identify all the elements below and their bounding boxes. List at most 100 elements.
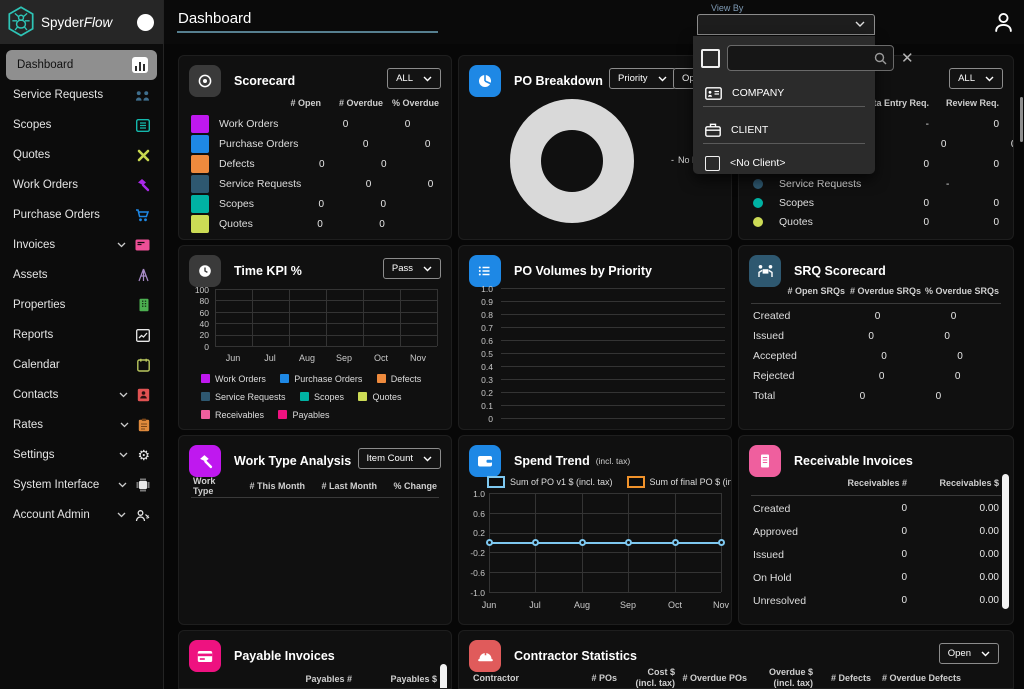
credit-card-icon [189,640,221,672]
chevron-down-icon [981,651,990,657]
table-row: Unresolved00.00 [739,589,1013,612]
logo-area: SpyderFlow [0,0,163,44]
view-by-label: View By [711,3,875,13]
card-title: PO Breakdown [514,74,603,88]
chevron-down-icon [119,452,128,458]
app-root: SpyderFlow Dashboard Service Requests Sc… [0,0,1024,689]
donut-chart-empty [510,99,634,223]
sidebar-item-work-orders[interactable]: Work Orders [0,170,163,200]
sidebar-item-service-requests[interactable]: Service Requests [0,80,163,110]
series-swatch [191,175,209,193]
view-by-panel: ✕ COMPANY CLIENT <No Client> [693,36,875,174]
po-breakdown-filter1-select[interactable]: Priority [609,68,676,89]
brand-name: SpyderFlow [41,15,112,30]
user-profile-button[interactable] [990,9,1018,37]
card-title: PO Volumes by Priority [514,264,652,278]
table-row: Total00 [739,386,1013,406]
card-title: Payable Invoices [234,649,335,663]
chip-icon [136,478,150,492]
sidebar-item-dashboard[interactable]: Dashboard [6,50,157,80]
table-row: Scopes00 [179,194,451,214]
sidebar-item-invoices[interactable]: Invoices [0,230,163,260]
wallet-icon [469,445,501,477]
time-kpi-plot [215,289,437,346]
select-all-checkbox[interactable] [701,49,720,68]
sidebar-item-properties[interactable]: Properties [0,290,163,320]
series-dot [753,198,763,208]
card-title: Work Type Analysis [234,454,351,468]
option-checkbox[interactable] [705,156,720,171]
table-header: # Open# Overdue% Overdue [179,94,451,112]
work-type-filter-select[interactable]: Item Count [358,448,441,469]
legend-item[interactable]: Payables [278,410,329,420]
chevron-down-icon [985,76,994,82]
legend-item[interactable]: Scopes [300,392,344,402]
chevron-down-icon [658,76,667,82]
sidebar-item-scopes[interactable]: Scopes [0,110,163,140]
table-row: Accepted00 [739,346,1013,366]
data-status-filter-select[interactable]: ALL [949,68,1003,89]
legend-item[interactable]: Sum of PO v1 $ (incl. tax) [487,476,613,488]
data-point [672,539,679,546]
clipboard-icon [138,418,150,432]
series-dot [753,179,763,189]
sidebar-item-account-admin[interactable]: Account Admin [0,500,163,530]
card-title: Time KPI % [234,264,302,278]
dashboard-icon [132,57,148,73]
card-po-volumes: PO Volumes by Priority 1.0 0.9 0.8 0.7 0… [458,245,732,430]
list-icon [469,255,501,287]
scorecard-filter-select[interactable]: ALL [387,68,441,89]
page-scrollbar[interactable] [1020,97,1023,142]
legend-item[interactable]: Receivables [201,410,264,420]
search-input-wrap [727,45,894,71]
page-title: Dashboard [178,10,251,27]
sidebar-item-contacts[interactable]: Contacts [0,380,163,410]
legend-item[interactable]: Quotes [358,392,401,402]
legend-item[interactable]: Defects [377,374,422,384]
view-by-option-no-client[interactable]: <No Client> [705,152,867,174]
search-input[interactable] [734,52,870,65]
card-scrollbar[interactable] [1002,474,1009,609]
spend-series-line [489,542,721,544]
card-work-type-analysis: Work Type Analysis Item Count Work Type#… [178,435,452,625]
invoice-card-icon [135,239,150,251]
series-dot [753,217,763,227]
card-spend-trend: Spend Trend (incl. tax) Sum of PO v1 $ (… [458,435,732,625]
card-po-breakdown: PO Breakdown Priority Open - No Data [458,55,732,240]
view-by-option-client[interactable]: CLIENT [705,119,867,141]
status-circle[interactable] [137,14,154,31]
chevron-down-icon [117,512,126,518]
contractor-filter-select[interactable]: Open [939,643,999,664]
card-title: Receivable Invoices [794,454,913,468]
chevron-down-icon [119,392,128,398]
view-by-option-company[interactable]: COMPANY [705,82,867,104]
legend-item[interactable]: Sum of final PO $ (incl. tax) [627,476,732,488]
sidebar-item-rates[interactable]: Rates [0,410,163,440]
legend-item[interactable]: Work Orders [201,374,266,384]
sidebar-item-calendar[interactable]: Calendar [0,350,163,380]
card-scrollbar[interactable] [440,664,447,689]
card-title: Contractor Statistics [514,649,637,663]
sidebar-item-settings[interactable]: Settings ⚙ [0,440,163,470]
legend-item[interactable]: Purchase Orders [280,374,362,384]
sidebar-item-quotes[interactable]: Quotes [0,140,163,170]
table-row: Purchase Orders00 [179,134,451,154]
data-point [486,539,493,546]
divider [703,106,865,107]
sidebar-item-system-interface[interactable]: System Interface [0,470,163,500]
table-row: Quotes00 [739,212,1013,232]
clear-search-icon[interactable]: ✕ [901,51,914,66]
sidebar: SpyderFlow Dashboard Service Requests Sc… [0,0,164,689]
table-header: # Open SRQs# Overdue SRQs% Overdue SRQs [739,282,1013,300]
card-title: Scorecard [234,74,295,88]
table-row: Quotes00 [179,214,451,234]
sidebar-item-assets[interactable]: Assets [0,260,163,290]
time-kpi-filter-select[interactable]: Pass [383,258,441,279]
legend-item[interactable]: Service Requests [201,392,286,402]
sidebar-item-reports[interactable]: Reports [0,320,163,350]
building-icon [138,298,150,312]
chart-legend: Sum of PO v1 $ (incl. tax) Sum of final … [487,476,732,488]
series-swatch [191,135,209,153]
view-by-select[interactable] [697,14,875,35]
sidebar-item-purchase-orders[interactable]: Purchase Orders [0,200,163,230]
